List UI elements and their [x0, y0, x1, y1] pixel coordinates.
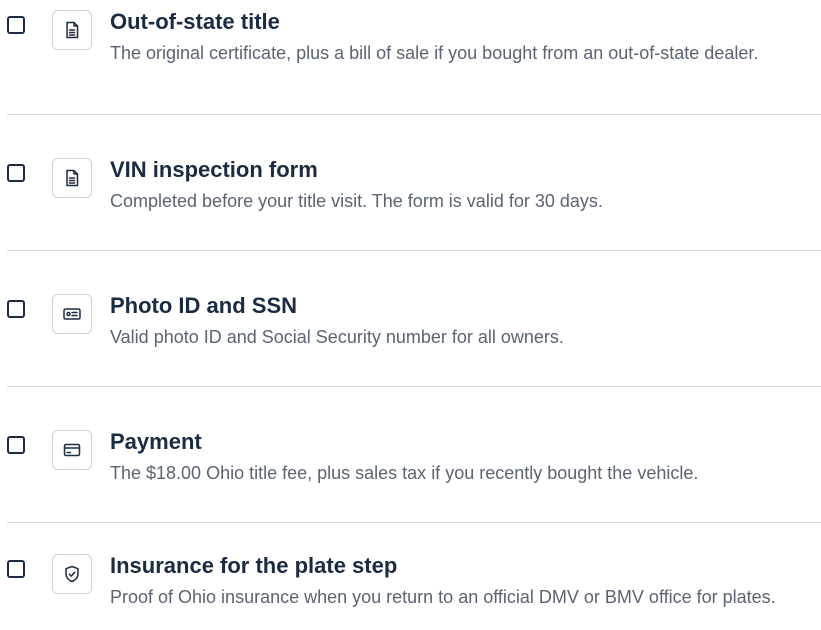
item-title: Insurance for the plate step [110, 553, 398, 578]
item-title: Payment [110, 429, 202, 454]
item-description: Proof of Ohio insurance when you return … [110, 587, 776, 607]
shield-check-icon [52, 554, 92, 594]
item-description: Completed before your title visit. The f… [110, 191, 603, 211]
divider [7, 114, 821, 115]
document-checklist: Out-of-state title The original certific… [0, 0, 821, 630]
checkbox[interactable] [7, 16, 25, 34]
divider [7, 250, 821, 251]
document-icon [52, 10, 92, 50]
item-title: Out-of-state title [110, 9, 280, 34]
divider [7, 522, 821, 523]
credit-card-icon [52, 430, 92, 470]
item-description: The $18.00 Ohio title fee, plus sales ta… [110, 463, 699, 483]
checkbox[interactable] [7, 164, 25, 182]
document-icon [52, 158, 92, 198]
checkbox[interactable] [7, 560, 25, 578]
item-title: VIN inspection form [110, 157, 318, 182]
item-description: Valid photo ID and Social Security numbe… [110, 327, 564, 347]
item-title: Photo ID and SSN [110, 293, 297, 318]
checkbox[interactable] [7, 436, 25, 454]
checkbox[interactable] [7, 300, 25, 318]
divider [7, 386, 821, 387]
item-description: The original certificate, plus a bill of… [110, 43, 759, 63]
id-card-icon [52, 294, 92, 334]
